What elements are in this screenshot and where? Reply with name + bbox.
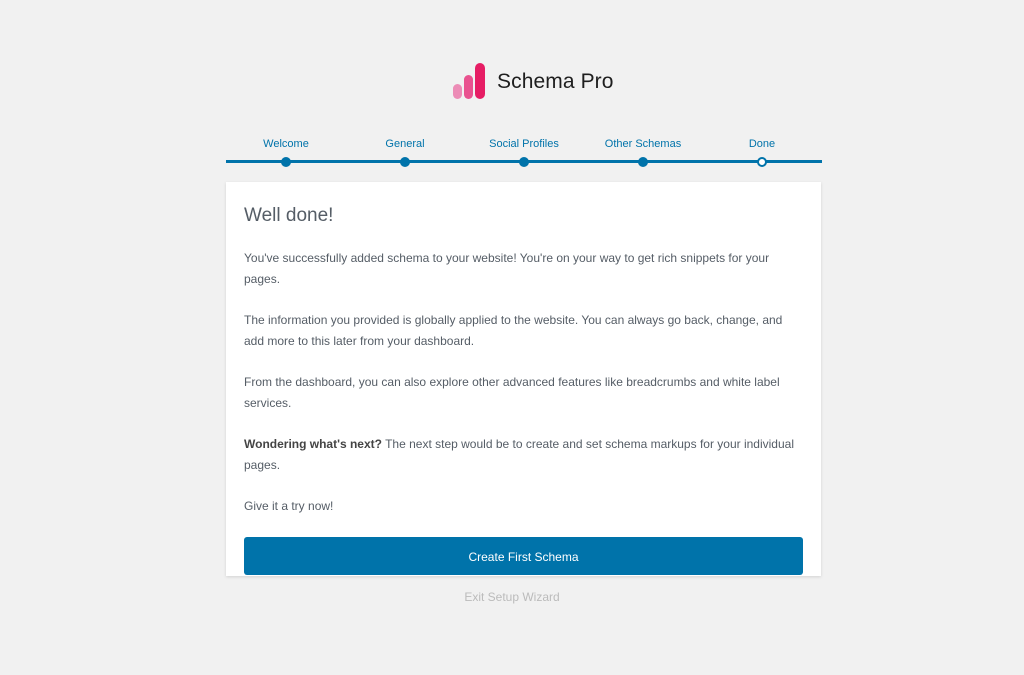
step-dot-completed <box>400 157 410 167</box>
setup-steps-progress: Welcome General Social Profiles Other Sc… <box>226 136 822 167</box>
step-label: Social Profiles <box>489 138 559 150</box>
card-title: Well done! <box>244 205 334 226</box>
step-label: Welcome <box>263 138 309 150</box>
exit-setup-wizard-link[interactable]: Exit Setup Wizard <box>0 590 1024 604</box>
step-label: Done <box>748 138 776 150</box>
step-label: General <box>385 138 425 150</box>
step-dot-completed <box>281 157 291 167</box>
step-other-schemas[interactable]: Other Schemas <box>583 136 703 167</box>
step-done[interactable]: Done <box>702 136 822 167</box>
schema-pro-logo: Schema Pro <box>452 63 614 100</box>
step-dot-completed <box>519 157 529 167</box>
create-first-schema-button[interactable]: Create First Schema <box>244 537 803 575</box>
next-step-message: Wondering what's next? The next step wou… <box>244 434 803 476</box>
next-step-heading: Wondering what's next? <box>244 437 382 451</box>
step-dot-completed <box>638 157 648 167</box>
wizard-card: Well done! You've successfully added sch… <box>226 182 821 576</box>
step-social-profiles[interactable]: Social Profiles <box>464 136 584 167</box>
dashboard-message: From the dashboard, you can also explore… <box>244 375 780 410</box>
step-general[interactable]: General <box>345 136 465 167</box>
step-label: Other Schemas <box>604 138 682 150</box>
success-message: You've successfully added schema to your… <box>244 251 770 286</box>
step-dot-current <box>757 157 767 167</box>
schema-pro-logo-icon <box>453 63 485 99</box>
try-now-message: Give it a try now! <box>244 499 334 513</box>
brand-name: Schema Pro <box>497 69 614 93</box>
info-message: The information you provided is globally… <box>244 313 783 348</box>
step-welcome[interactable]: Welcome <box>226 136 346 167</box>
